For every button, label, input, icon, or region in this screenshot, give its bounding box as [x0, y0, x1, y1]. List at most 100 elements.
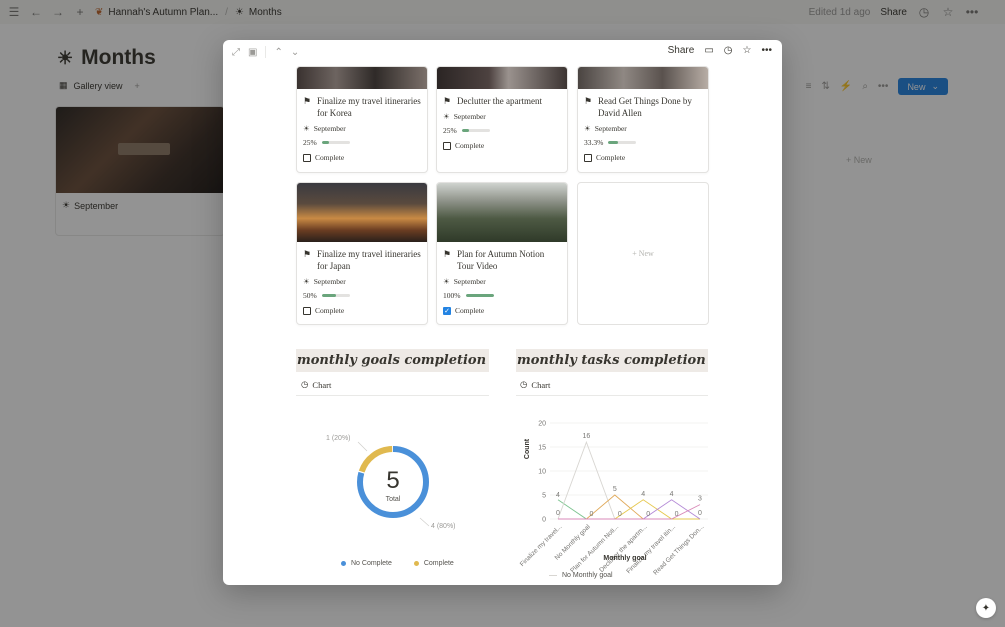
data-label: 0	[589, 511, 593, 518]
y-axis-label: Count	[524, 438, 531, 459]
task-card[interactable]: ⚑ Plan for Autumn Notion Tour Video ☀ Sept…	[436, 182, 568, 325]
tab-label: Chart	[312, 379, 332, 390]
card-cover-image	[437, 183, 567, 242]
complete-checkbox[interactable]: Complete	[297, 300, 427, 321]
card-title-text: Finalize my travel itineraries for Japan	[317, 249, 421, 271]
bookmark-icon: ⚑	[584, 96, 593, 106]
chevron-up-icon[interactable]: ⌃	[274, 47, 282, 58]
card-title: ⚑ Finalize my travel itineraries for Japa…	[297, 242, 427, 272]
checkbox-label: Complete	[455, 141, 485, 150]
card-month: ☀ September	[297, 119, 427, 133]
card-title-text: Read Get Things Done by David Allen	[598, 96, 692, 118]
donut-total-value: 5	[386, 467, 399, 494]
card-month: ☀ September	[297, 272, 427, 286]
star-icon[interactable]: ☆	[743, 45, 752, 56]
sunrise-icon: ☀	[584, 124, 591, 133]
divider	[516, 395, 708, 396]
card-progress: 25%	[297, 133, 427, 147]
x-tick-label: Read Get Things Don...	[652, 523, 705, 576]
card-month-text: September	[453, 277, 486, 286]
legend-swatch-complete	[413, 561, 419, 566]
sunrise-icon: ☀	[443, 112, 450, 121]
checkbox-label: Complete	[315, 306, 345, 315]
comment-icon[interactable]: ▭	[704, 45, 713, 56]
data-label: 0	[675, 511, 679, 518]
divider	[296, 395, 489, 396]
checkbox-icon[interactable]	[584, 153, 592, 162]
modal-toolbar: ⤢ ▣ ⌃ ⌄ Share ▭ ◷ ☆ •••	[223, 40, 782, 66]
new-card-button[interactable]: + New	[577, 182, 709, 325]
tasks-chart-tab[interactable]: ◷ Chart	[520, 379, 550, 390]
progress-bar	[608, 141, 637, 144]
card-cover-image	[297, 183, 427, 242]
tasks-chart-heading: monthly tasks completion	[516, 349, 708, 372]
checkbox-icon[interactable]: ✓	[443, 306, 451, 315]
progress-label: 25%	[443, 126, 457, 135]
expand-icon[interactable]: ⤢	[232, 47, 240, 58]
checkbox-icon[interactable]	[303, 153, 311, 162]
label-leader	[419, 517, 430, 527]
side-peek-icon[interactable]: ▣	[248, 47, 257, 58]
tasks-line-chart: 0 5 10 15 20 4 0 16 0 5 0 4 0 4 0 3 0 Finalize my trave…	[519, 421, 708, 577]
data-label: 0	[618, 511, 622, 518]
card-month-text: September	[313, 124, 346, 133]
card-title: ⚑ Plan for Autumn Notion Tour Video	[437, 242, 567, 272]
progress-bar	[321, 294, 350, 297]
share-button[interactable]: Share	[668, 45, 695, 56]
progress-label: 33.3%	[584, 138, 604, 147]
legend-swatch-no-complete	[341, 561, 346, 566]
card-title: ⚑ Finalize my travel itineraries for Kore…	[297, 89, 427, 119]
chevron-down-icon[interactable]: ⌄	[291, 47, 299, 58]
complete-checkbox[interactable]: Complete	[578, 147, 708, 168]
card-cover-image	[578, 67, 708, 89]
checkbox-icon[interactable]	[303, 306, 311, 315]
complete-checkbox[interactable]: Complete	[297, 147, 427, 168]
bookmark-icon: ⚑	[443, 96, 452, 106]
card-title-text: Declutter the apartment	[457, 96, 542, 106]
card-month: ☀ September	[437, 272, 567, 286]
x-tick-label: Plan for Autumn Noti...	[569, 523, 620, 574]
clock-icon[interactable]: ◷	[724, 45, 733, 56]
y-tick-label: 5	[542, 493, 546, 500]
chart-icon: ◷	[520, 379, 528, 389]
legend-label: No Monthly goal	[562, 572, 613, 579]
help-button[interactable]: ✦	[976, 598, 996, 618]
card-progress: 100%	[437, 286, 567, 300]
task-card[interactable]: ⚑ Declutter the apartment ☀ September 25% …	[436, 66, 568, 173]
card-progress: 33.3%	[578, 133, 708, 147]
chart-icon: ◷	[301, 379, 309, 389]
task-card[interactable]: ⚑ Finalize my travel itineraries for Kore…	[296, 66, 428, 173]
page-peek-modal: ⤢ ▣ ⌃ ⌄ Share ▭ ◷ ☆ ••• ⚑ Finalize my tra…	[223, 40, 782, 585]
card-month: ☀ September	[437, 107, 567, 121]
legend-label: Complete	[423, 560, 454, 567]
progress-bar-fill	[321, 294, 336, 297]
progress-label: 25%	[303, 138, 317, 147]
checkbox-icon[interactable]	[443, 141, 451, 150]
bookmark-icon: ⚑	[303, 249, 312, 259]
card-title: ⚑ Declutter the apartment	[437, 89, 567, 107]
task-card[interactable]: ⚑ Finalize my travel itineraries for Japa…	[296, 182, 428, 325]
line-legend: No Monthly goal	[549, 572, 613, 579]
progress-bar-fill	[321, 141, 329, 144]
progress-bar-fill	[465, 294, 494, 297]
bookmark-icon: ⚑	[443, 249, 452, 259]
bookmark-icon: ⚑	[303, 96, 312, 106]
card-progress: 25%	[437, 121, 567, 135]
card-month: ☀ September	[578, 119, 708, 133]
task-card[interactable]: ⚑ Read Get Things Done by David Allen ☀ Se…	[577, 66, 709, 173]
complete-checkbox[interactable]: Complete	[437, 135, 567, 156]
data-label: 0	[698, 510, 702, 517]
data-label: 3	[698, 496, 702, 503]
donut-legend: No Complete Complete	[341, 560, 454, 567]
goals-chart-heading: monthly goals completion	[296, 349, 489, 372]
line-series-4	[558, 499, 700, 520]
goals-chart-tab[interactable]: ◷ Chart	[301, 379, 331, 390]
complete-checkbox[interactable]: ✓ Complete	[437, 300, 567, 321]
legend-label: No Complete	[351, 560, 392, 567]
divider	[265, 46, 267, 58]
data-label: 0	[556, 510, 560, 517]
more-icon[interactable]: •••	[761, 45, 772, 56]
card-cover-image	[297, 67, 427, 89]
data-label: 4	[641, 491, 645, 498]
legend-swatch-no-monthly-goal	[549, 575, 557, 576]
